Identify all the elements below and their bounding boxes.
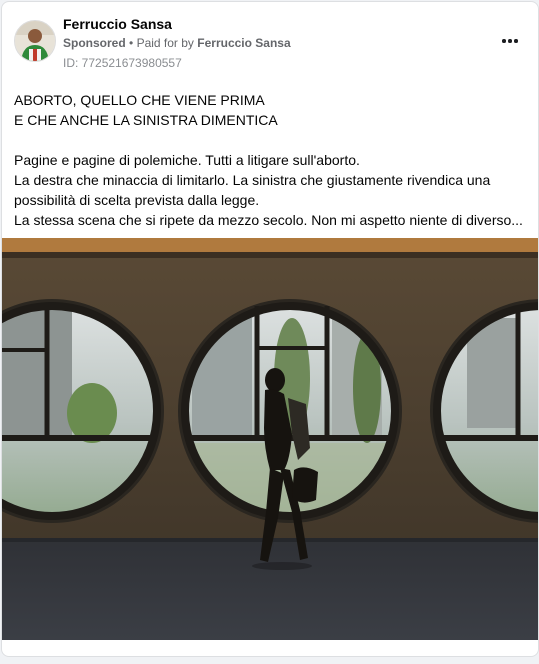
- author-name[interactable]: Ferruccio Sansa: [63, 16, 172, 32]
- body-line: La stessa scena che si ripete da mezzo s…: [14, 212, 523, 228]
- post-header: Ferruccio Sansa Sponsored • Paid for by …: [2, 2, 538, 76]
- ad-post-card: Ferruccio Sansa Sponsored • Paid for by …: [1, 1, 539, 657]
- more-horizontal-icon: [502, 39, 506, 43]
- post-image[interactable]: [2, 238, 538, 640]
- sponsored-label: Sponsored: [63, 36, 126, 50]
- post-text: ABORTO, QUELLO CHE VIENE PRIMA E CHE ANC…: [14, 90, 529, 230]
- paid-for-prefix: Paid for by: [136, 36, 194, 50]
- body-line: Pagine e pagine di polemiche. Tutti a li…: [14, 152, 360, 168]
- headline-line: ABORTO, QUELLO CHE VIENE PRIMA: [14, 92, 265, 108]
- author-avatar[interactable]: [14, 20, 56, 62]
- more-options-button[interactable]: [498, 32, 522, 50]
- sponsored-line: Sponsored • Paid for by Ferruccio Sansa: [63, 36, 291, 50]
- ad-id: ID: 772521673980557: [63, 56, 182, 70]
- body-line: possibilità di scelta prevista dalla leg…: [14, 192, 260, 208]
- paid-for-name[interactable]: Ferruccio Sansa: [197, 36, 290, 50]
- body-line: La destra che minaccia di limitarlo. La …: [14, 172, 491, 188]
- headline-line: E CHE ANCHE LA SINISTRA DIMENTICA: [14, 112, 278, 128]
- meta-separator: •: [129, 36, 134, 50]
